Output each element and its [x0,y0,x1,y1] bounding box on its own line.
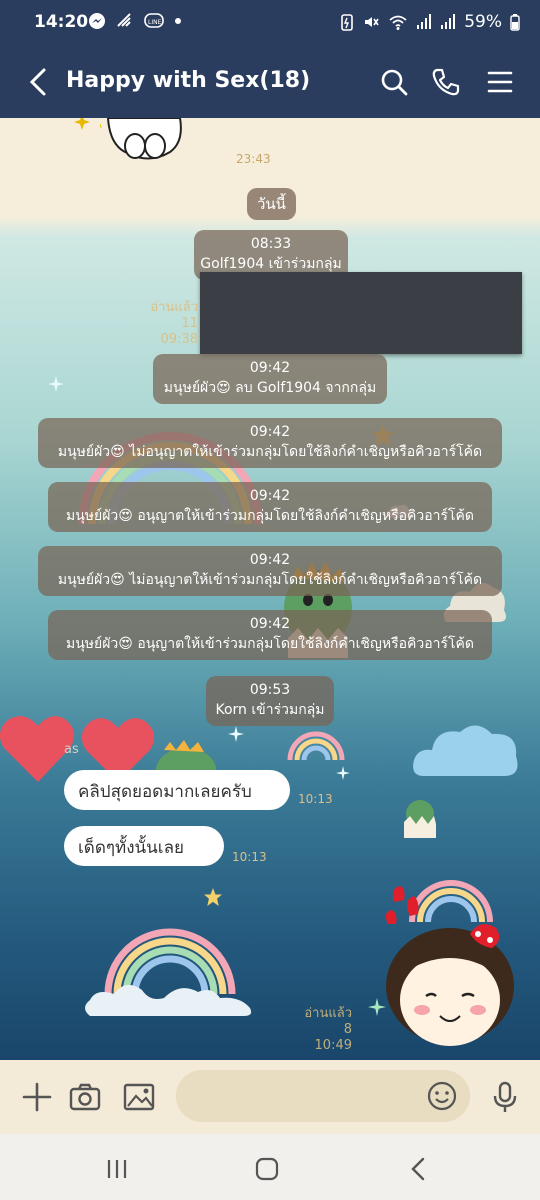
cloud-icon-bottom [85,984,252,1016]
read-time: 10:49 [314,1038,352,1053]
message-time: 10:13 [298,792,333,806]
system-message-text: มนุษย์ผัว😍 ไม่อนุญาตให้เข้าร่วมกลุ่มโดยใ… [57,444,483,460]
read-time: 09:38 [160,332,198,347]
mute-icon [365,17,379,27]
system-message-text: มนุษย์ผัว😍 อนุญาตให้เข้าร่วมกลุ่มโดยใช้ล… [65,508,474,524]
camera-icon[interactable] [68,1080,102,1114]
cloud-icon [413,725,518,776]
system-message-time: 09:42 [249,488,291,504]
system-message-time: 09:42 [249,552,291,568]
redacted-image [200,272,522,354]
chat-title[interactable]: Happy with Sex(18) [66,68,310,93]
battery-percent: 59% [464,12,502,32]
system-message-text: มนุษย์ผัว😍 ไม่อนุญาตให้เข้าร่วมกลุ่มโดยใ… [57,572,483,588]
read-count: อ่านแล้ว 8 [304,1006,352,1037]
line-app-icon: LINE [144,13,164,28]
message-text: คลิปสุดยอดมากเลยครับ [78,782,252,802]
system-message: 09:42 มนุษย์ผัว😍 ไม่อนุญาตให้เข้าร่วมกลุ… [38,418,502,468]
home-icon[interactable] [254,1156,280,1182]
system-message-time: 09:53 [249,682,291,698]
system-message: 09:42 มนุษย์ผัว😍 ลบ Golf1904 จากกลุ่ม [153,354,387,404]
system-message-text: Golf1904 เข้าร่วมกลุ่ม [200,256,342,272]
system-message-time: 09:42 [249,424,291,440]
battery-icon [510,14,520,31]
system-message-time: 09:42 [249,360,291,376]
phone-icon[interactable] [428,64,464,100]
read-receipt: อ่านแล้ว 8 10:49 [294,1006,352,1054]
wifi-icon [389,15,407,30]
dot-icon [175,18,181,24]
message-bubble[interactable]: คลิปสุดยอดมากเลยครับ [64,770,290,810]
star-icon-small [204,888,222,906]
system-message: 09:42 มนุษย์ผัว😍 อนุญาตให้เข้าร่วมกลุ่มโ… [48,610,492,660]
system-message-text: มนุษย์ผัว😍 ลบ Golf1904 จากกลุ่ม [163,380,377,396]
back-nav-icon[interactable] [406,1156,432,1182]
read-receipt: อ่านแล้ว 11 09:38 [132,300,198,348]
rainbow-icon-small [287,731,345,761]
system-message: 09:42 มนุษย์ผัว😍 ไม่อนุญาตให้เข้าร่วมกลุ… [38,546,502,596]
sender-name: as [64,742,79,757]
chat-header: Happy with Sex(18) [0,46,540,118]
sparkle-icon-2 [228,726,244,742]
svg-text:LINE: LINE [148,19,162,26]
plus-icon[interactable] [20,1080,54,1114]
message-bubble[interactable]: เด็ดๆทั้งนั้นเลย [64,826,224,866]
message-input-bar [0,1060,540,1134]
image-icon[interactable] [122,1080,156,1114]
emoji-icon[interactable] [426,1080,458,1112]
mic-icon[interactable] [488,1080,522,1114]
message-time: 10:13 [232,850,267,864]
system-nav-bar [0,1134,540,1200]
message-text: เด็ดๆทั้งนั้นเลย [78,838,184,858]
message-input[interactable] [176,1070,470,1122]
notification-icons: LINE [88,12,182,30]
star-icon [74,118,90,130]
recent-apps-icon[interactable] [104,1156,130,1182]
signal-icon [417,14,432,29]
system-message: 09:42 มนุษย์ผัว😍 อนุญาตให้เข้าร่วมกลุ่มโ… [48,482,492,532]
signal-strike-icon [117,13,131,27]
system-message-time: 08:33 [250,236,292,252]
date-divider: วันนี้ [247,188,296,220]
menu-icon[interactable] [482,64,518,100]
dinosaur-egg-sticker [404,800,436,838]
system-message: 09:53 Korn เข้าร่วมกลุ่ม [206,676,334,726]
system-message-text: Korn เข้าร่วมกลุ่ม [215,702,325,718]
chat-area[interactable]: 23:43 วันนี้ 08:33 Golf1904 เข้าร่วมกลุ่… [0,118,540,1060]
read-count: อ่านแล้ว 11 [150,300,198,331]
system-message-time: 09:42 [249,616,291,632]
signal-icon-2 [441,14,456,29]
sparkle-icon-3 [336,766,350,780]
status-bar: 14:20 LINE 59% [0,0,540,46]
messenger-icon [89,13,105,29]
search-icon[interactable] [376,64,412,100]
sticker-character [100,118,182,160]
system-status: 59% [340,12,520,32]
system-message-text: มนุษย์ผัว😍 อนุญาตให้เข้าร่วมกลุ่มโดยใช้ล… [65,636,474,652]
chevron-left-icon[interactable] [22,64,58,100]
sparkle-icon [48,376,64,392]
message-time: 23:43 [236,152,271,166]
battery-saver-icon [341,14,354,31]
girl-sticker[interactable] [374,882,520,1058]
status-time: 14:20 [34,12,89,32]
